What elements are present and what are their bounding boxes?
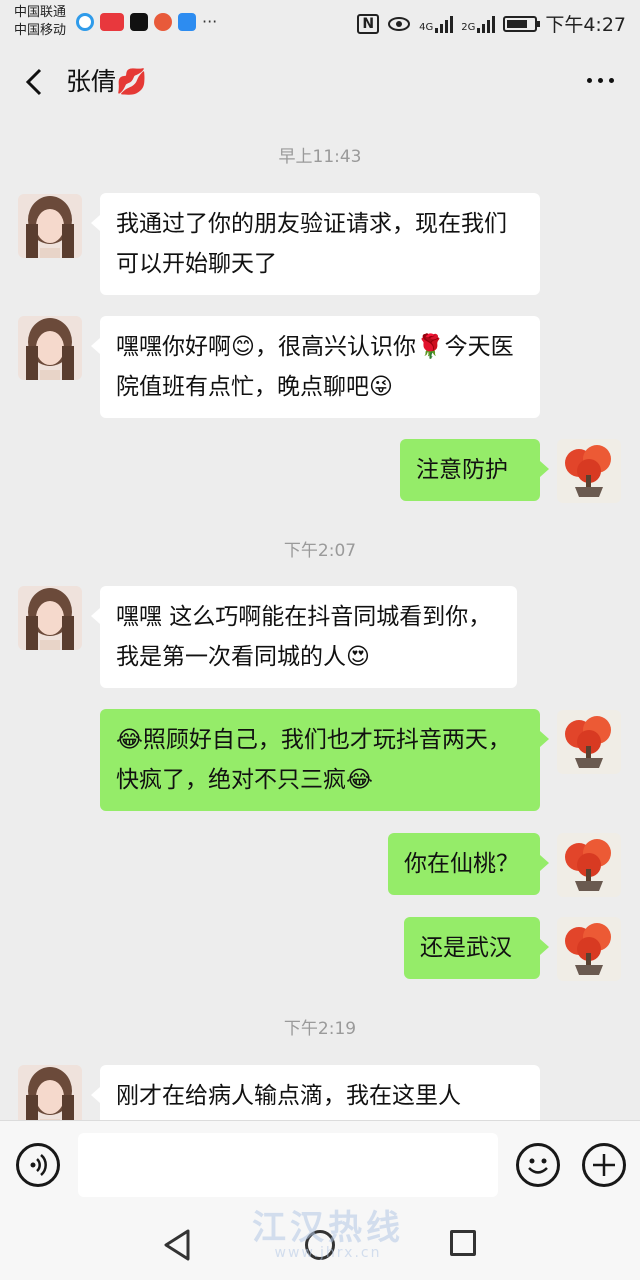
status-icons: N 4G 2G 下午4:27: [357, 10, 626, 37]
emoji-icon[interactable]: [516, 1143, 560, 1187]
chat-title: 张倩💋: [66, 67, 148, 96]
voice-icon[interactable]: [16, 1143, 60, 1187]
carrier-1: 中国联通: [14, 5, 67, 20]
my-avatar[interactable]: [557, 917, 621, 981]
contact-avatar[interactable]: [18, 586, 82, 650]
message-bubble[interactable]: 刚才在给病人输点滴，我在这里人: [91, 1065, 540, 1120]
timestamp: 下午2:19: [283, 1019, 357, 1039]
browser-icon: [76, 12, 94, 31]
nfc-icon: N: [357, 13, 380, 34]
my-avatar[interactable]: [557, 710, 621, 774]
message-bubble[interactable]: 嘿嘿你好啊😊，很高兴认识你🌹今天医院值班有点忙，晚点聊吧😜: [91, 316, 540, 418]
watermark: 江汉热线 www.jhrx.cn: [228, 1200, 428, 1261]
carrier-info: 中国联通 中国移动: [14, 4, 66, 40]
watermark-title: 江汉热线: [252, 1208, 404, 1248]
my-avatar[interactable]: [557, 833, 621, 897]
carrier-2: 中国移动: [14, 23, 67, 38]
contact-avatar[interactable]: [18, 316, 82, 380]
shield-icon: [178, 12, 196, 31]
timestamp: 下午2:07: [283, 541, 357, 561]
more-notifications-icon: ···: [202, 12, 218, 31]
message-bubble[interactable]: 我通过了你的朋友验证请求，现在我们可以开始聊天了: [91, 193, 540, 295]
status-bar: 中国联通 中国移动 ··· N 4G 2G 下午4:27: [0, 0, 640, 44]
message-bubble[interactable]: 还是武汉: [404, 917, 549, 979]
more-dots-icon[interactable]: [587, 78, 614, 83]
toutiao-icon: [100, 12, 124, 31]
eye-comfort-icon: [388, 16, 411, 31]
timestamp: 早上11:43: [278, 147, 362, 167]
notification-icons: ···: [76, 12, 217, 31]
chevron-left-icon[interactable]: [20, 66, 50, 98]
nav-back-icon[interactable]: [162, 1228, 194, 1262]
battery-icon: [503, 15, 541, 32]
signal-2g-icon: 2G: [461, 15, 496, 33]
message-input[interactable]: [78, 1133, 498, 1197]
weibo-icon: [154, 12, 172, 31]
my-avatar[interactable]: [557, 439, 621, 503]
chat-area[interactable]: 早上11:43 我通过了你的朋友验证请求，现在我们可以开始聊天了 嘿嘿你好啊😊，…: [0, 120, 640, 1120]
message-bubble[interactable]: 注意防护: [400, 439, 549, 501]
message-bubble[interactable]: 嘿嘿 这么巧啊能在抖音同城看到你，我是第一次看同城的人😍: [91, 586, 517, 688]
nav-recent-icon[interactable]: [450, 1230, 476, 1256]
signal-4g-icon: 4G: [419, 15, 454, 33]
plus-icon[interactable]: [582, 1143, 626, 1187]
contact-avatar[interactable]: [18, 194, 82, 258]
status-time: 下午4:27: [545, 14, 626, 36]
chat-header: 张倩💋: [0, 44, 640, 120]
input-bar: [0, 1120, 640, 1210]
douyin-icon: [130, 12, 148, 31]
message-bubble[interactable]: 你在仙桃？: [388, 833, 549, 895]
contact-avatar[interactable]: [18, 1065, 82, 1120]
message-bubble[interactable]: 😂照顾好自己，我们也才玩抖音两天，快疯了，绝对不只三疯😂: [100, 709, 549, 811]
